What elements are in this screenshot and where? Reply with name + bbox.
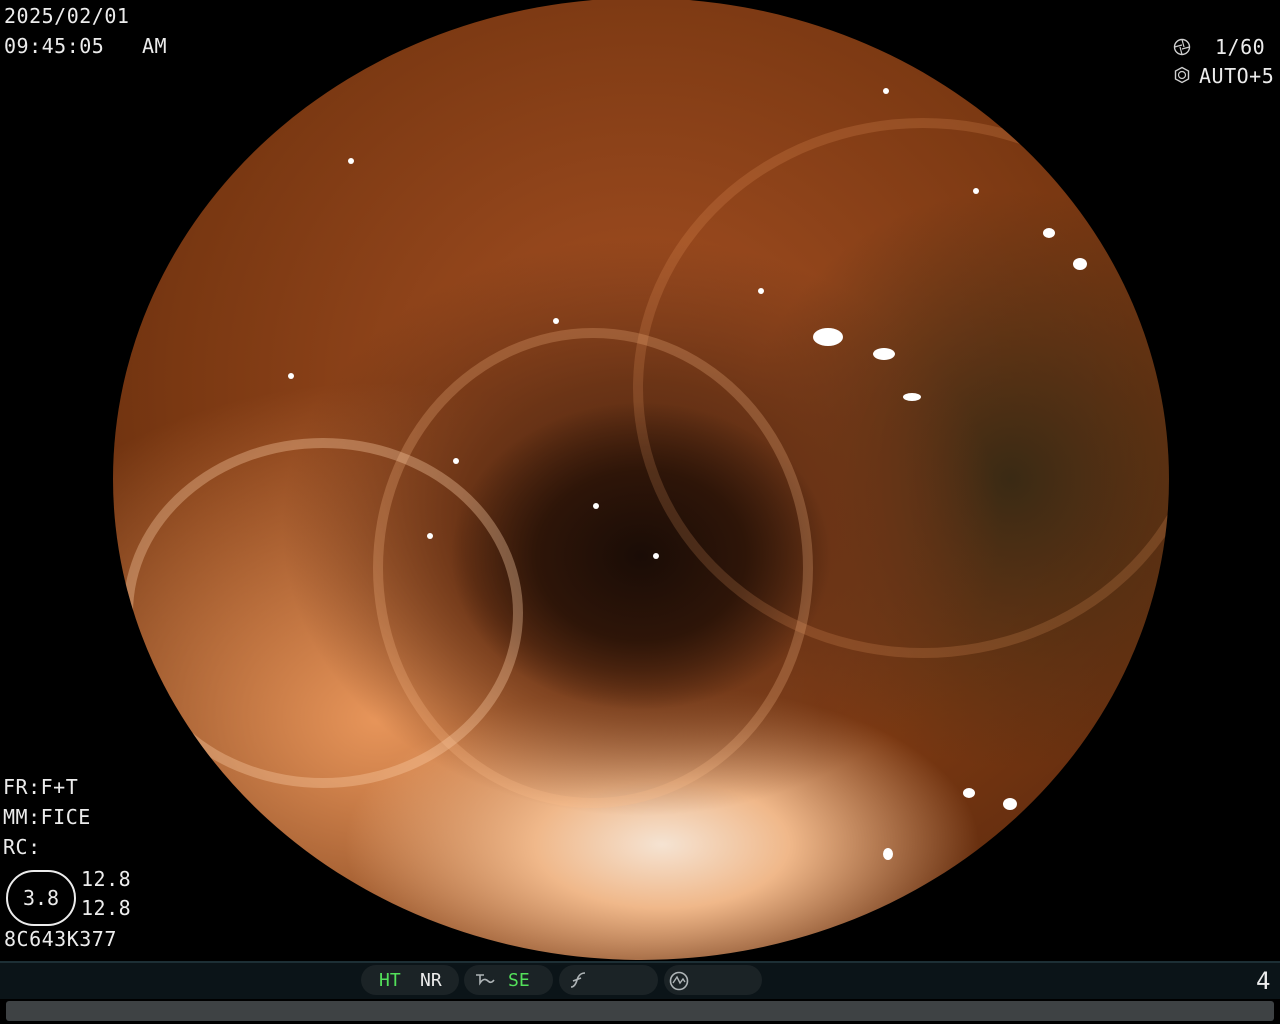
meter-value: 3.8	[6, 870, 76, 926]
light-reflection	[593, 503, 599, 509]
light-reflection	[963, 788, 975, 798]
light-reflection	[553, 318, 559, 324]
light-reflection	[758, 288, 764, 294]
bottom-strip	[0, 999, 1280, 1024]
mm-setting: MM:FICE	[3, 805, 91, 829]
light-reflection	[348, 158, 354, 164]
scope-status-icon	[669, 971, 689, 991]
time-label: 09:45:05 AM	[4, 34, 168, 58]
meter-bottom: 12.8	[81, 896, 132, 920]
light-reflection	[653, 553, 659, 559]
fr-setting: FR:F+T	[3, 775, 79, 799]
light-reflection	[288, 373, 294, 379]
light-reflection	[1003, 798, 1017, 810]
serial-number: 8C643K377	[4, 927, 117, 951]
light-reflection	[1043, 228, 1055, 238]
structure-enhance-icon	[476, 974, 495, 986]
light-reflection	[973, 188, 979, 194]
mucosal-fold	[123, 438, 523, 788]
light-reflection	[813, 328, 843, 346]
light-reflection	[883, 88, 889, 94]
date-label: 2025/02/01	[4, 4, 130, 28]
page-number: 4	[1256, 967, 1271, 995]
light-reflection	[883, 848, 893, 860]
aperture-icon	[1173, 38, 1191, 56]
light-reflection	[453, 458, 459, 464]
meter-top: 12.8	[81, 867, 132, 891]
endoscopic-view	[113, 0, 1169, 960]
light-reflection	[1073, 258, 1087, 270]
exposure-icon	[1174, 66, 1190, 84]
bottom-bar	[6, 1001, 1274, 1021]
rc-setting: RC:	[3, 835, 41, 859]
shutter-speed: 1/60	[1215, 35, 1266, 59]
light-reflection	[427, 533, 433, 539]
auto-exposure: AUTO+5	[1199, 64, 1275, 88]
light-reflection	[873, 348, 895, 360]
status-pill-ht-nr	[361, 965, 459, 995]
light-reflection	[903, 393, 921, 401]
se-indicator: SE	[508, 970, 530, 991]
ht-indicator: HT	[379, 970, 401, 991]
nr-indicator: NR	[420, 970, 442, 991]
color-tone-icon	[570, 972, 586, 988]
